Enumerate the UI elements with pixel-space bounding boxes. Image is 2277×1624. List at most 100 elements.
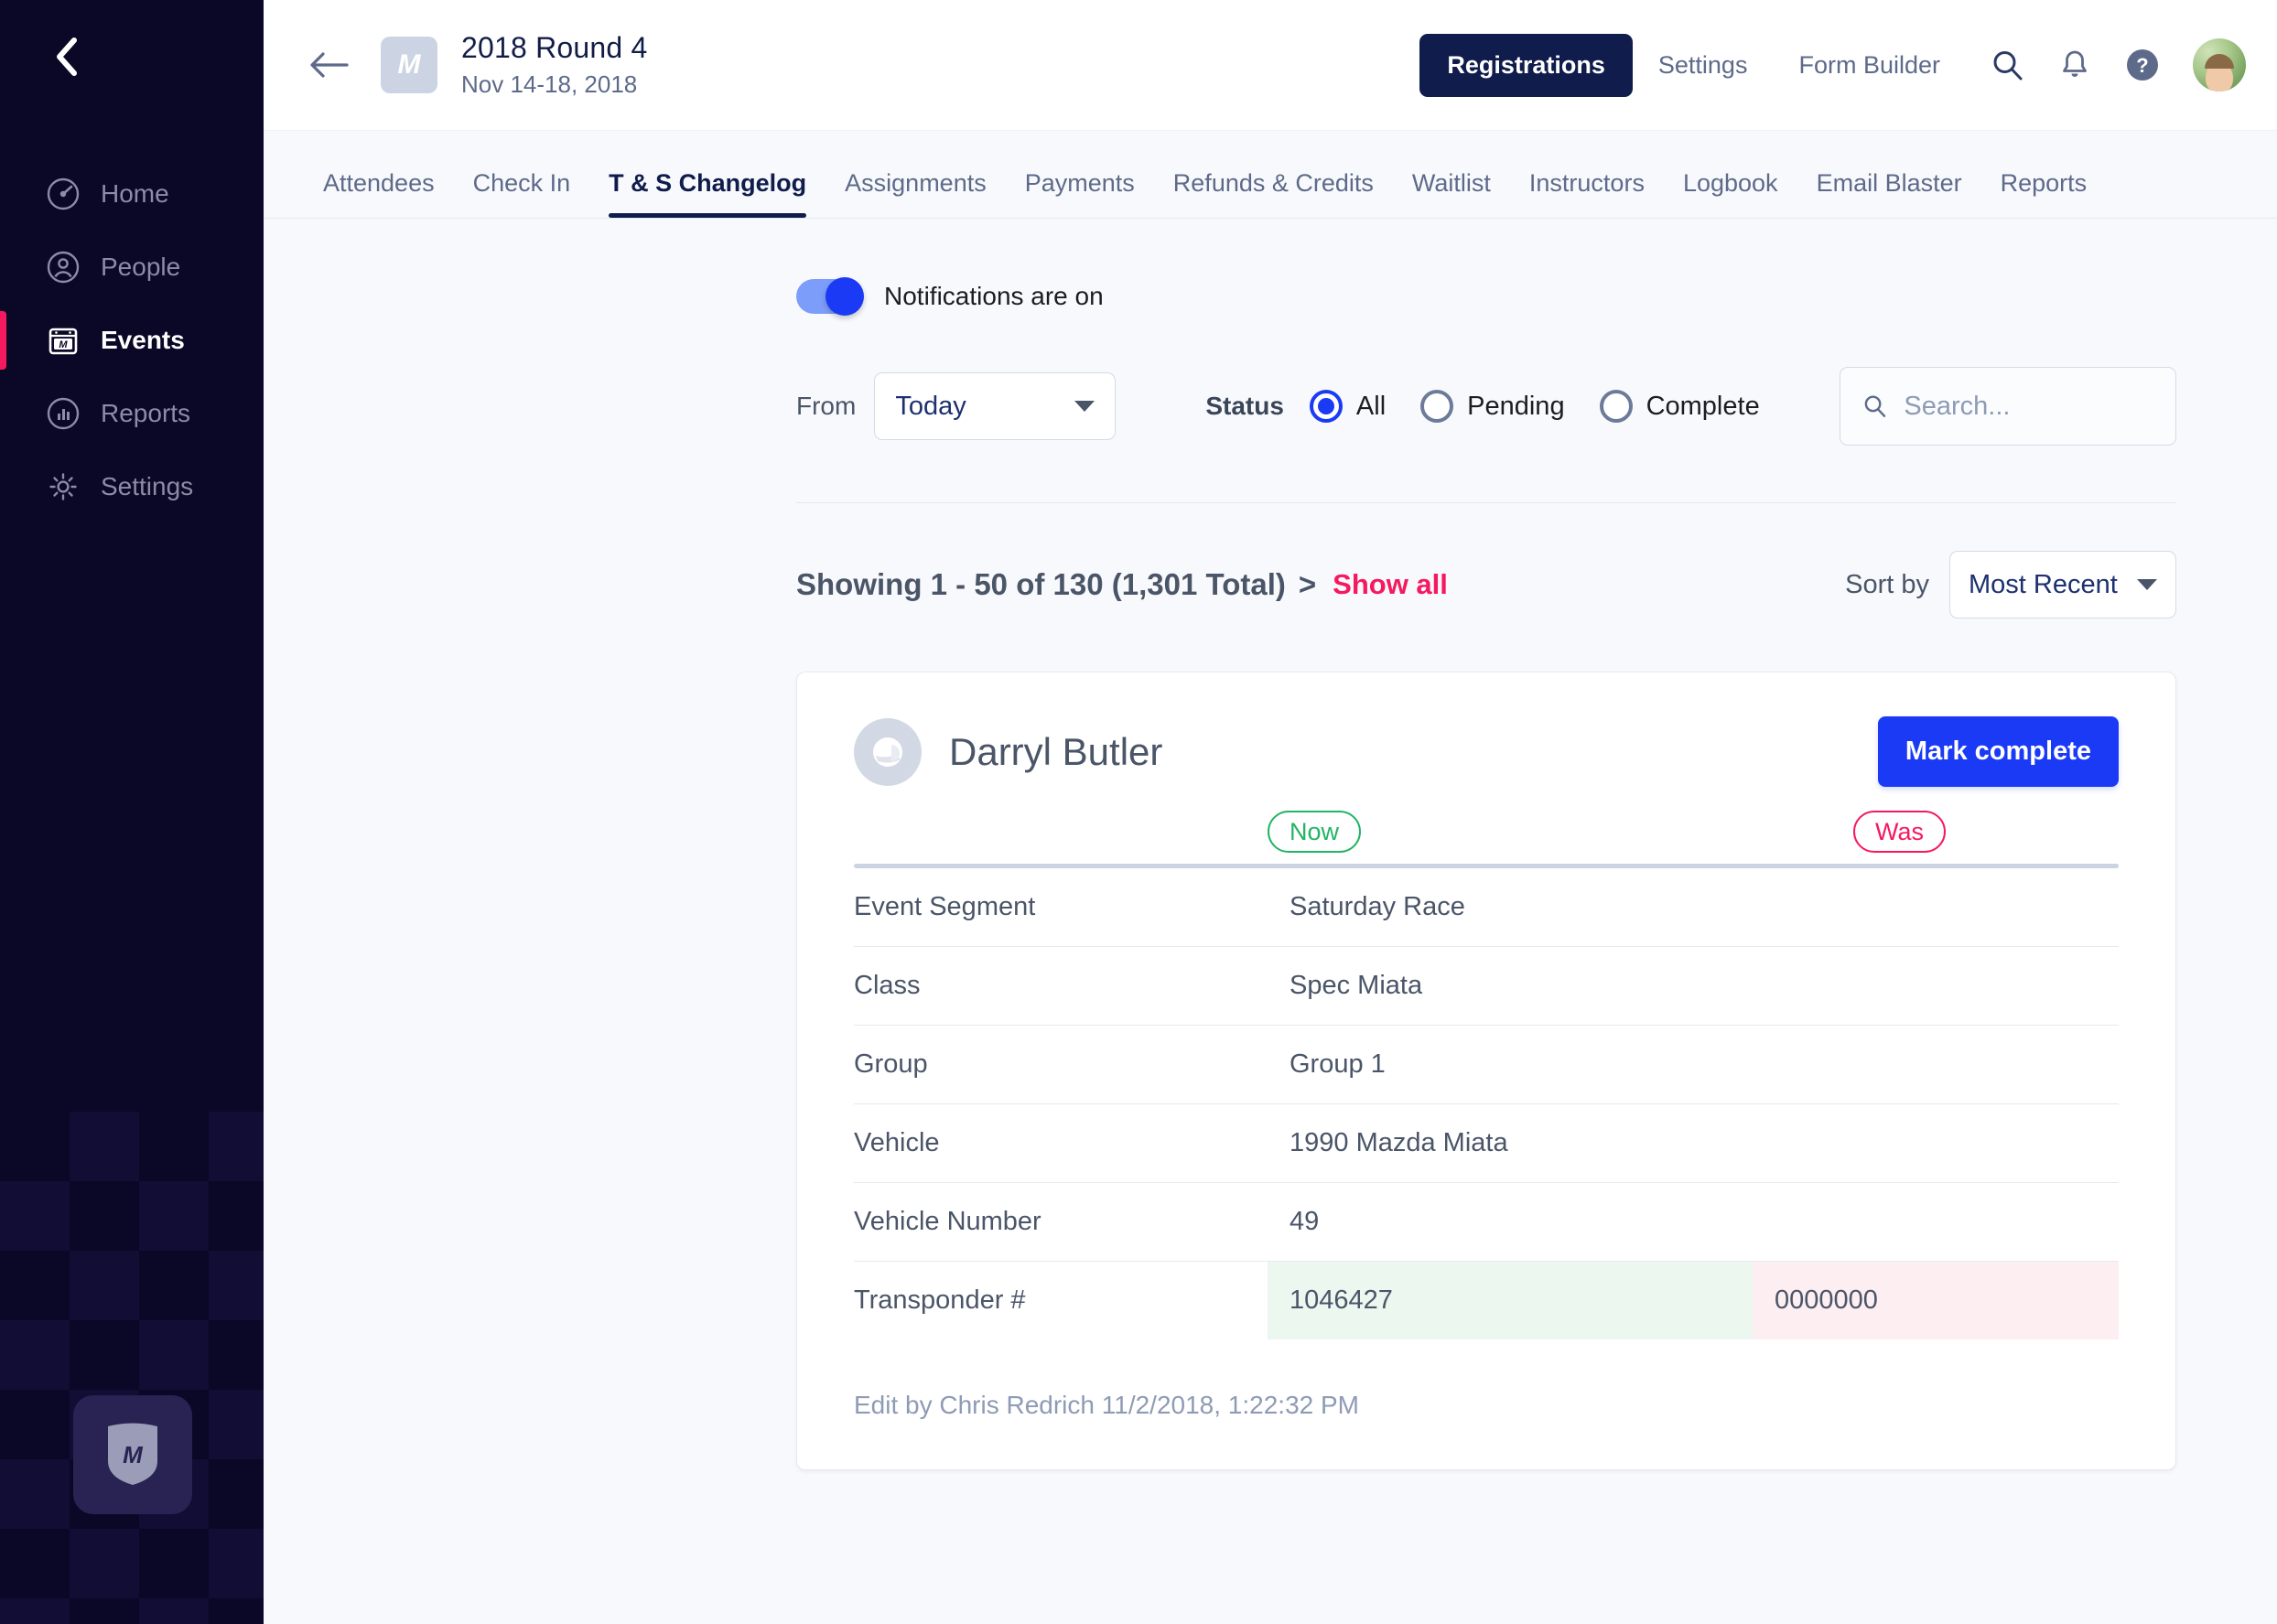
table-row: Vehicle Number 49 xyxy=(854,1183,2119,1262)
table-row: Group Group 1 xyxy=(854,1026,2119,1104)
search-icon xyxy=(1990,48,2024,82)
mark-complete-button[interactable]: Mark complete xyxy=(1878,716,2119,787)
card-header: Darryl Butler Mark complete xyxy=(854,716,2119,787)
avatar xyxy=(854,718,922,786)
content-area: Notifications are on From Today Status A… xyxy=(264,279,2277,1470)
tab-reports[interactable]: Reports xyxy=(1981,169,2107,218)
row-was-value xyxy=(1753,1026,2119,1103)
sidebar-item-settings[interactable]: Settings xyxy=(0,450,264,523)
back-button[interactable] xyxy=(304,40,353,90)
sidebar-item-events[interactable]: M Events xyxy=(0,304,264,377)
notifications-toggle[interactable] xyxy=(796,279,862,314)
sidebar-item-people[interactable]: People xyxy=(0,231,264,304)
search-icon-button[interactable] xyxy=(1980,38,2034,91)
status-radio-label: All xyxy=(1356,392,1386,422)
row-was-value xyxy=(1753,868,2119,946)
filter-divider xyxy=(796,502,2176,503)
top-nav-settings[interactable]: Settings xyxy=(1633,51,1774,80)
row-label: Vehicle Number xyxy=(854,1183,1268,1261)
sidebar-collapse-button[interactable] xyxy=(44,35,88,79)
svg-text:M: M xyxy=(59,339,68,350)
tab-attendees[interactable]: Attendees xyxy=(304,169,454,218)
status-radio-label: Complete xyxy=(1646,392,1760,422)
top-nav-form-builder[interactable]: Form Builder xyxy=(1773,51,1966,80)
table-row: Class Spec Miata xyxy=(854,947,2119,1026)
sidebar-item-label: Settings xyxy=(101,472,193,501)
sort-by-value: Most Recent xyxy=(1969,570,2118,600)
row-was-value xyxy=(1753,1183,2119,1261)
notifications-button[interactable] xyxy=(2048,38,2101,91)
main-area: M 2018 Round 4 Nov 14-18, 2018 Registrat… xyxy=(264,0,2277,1624)
arrow-left-icon xyxy=(308,48,349,81)
badge-now: Now xyxy=(1268,811,1361,853)
column-badges: Now Was xyxy=(854,798,2119,864)
event-title: 2018 Round 4 xyxy=(461,31,647,65)
from-select[interactable]: Today xyxy=(874,372,1116,440)
row-now-value: Group 1 xyxy=(1268,1026,1753,1103)
sidebar-item-label: Events xyxy=(101,326,185,355)
tab-payments[interactable]: Payments xyxy=(1006,169,1154,218)
status-label: Status xyxy=(1205,392,1284,421)
sidebar-nav: Home People xyxy=(0,157,264,523)
help-circle-icon: ? xyxy=(2124,47,2161,83)
from-select-value: Today xyxy=(895,392,966,422)
row-label: Event Segment xyxy=(854,868,1268,946)
row-was-value xyxy=(1753,1104,2119,1182)
notifications-toggle-row: Notifications are on xyxy=(304,279,2277,314)
notifications-toggle-label: Notifications are on xyxy=(884,282,1104,311)
sidebar-item-reports[interactable]: Reports xyxy=(0,377,264,450)
row-label: Class xyxy=(854,947,1268,1025)
sort-by-select[interactable]: Most Recent xyxy=(1949,551,2176,618)
tab-email-blaster[interactable]: Email Blaster xyxy=(1797,169,1981,218)
search-box[interactable] xyxy=(1840,367,2176,446)
tab-refunds-credits[interactable]: Refunds & Credits xyxy=(1154,169,1393,218)
row-label: Vehicle xyxy=(854,1104,1268,1182)
search-input[interactable] xyxy=(1904,392,2153,422)
showing-count: Showing 1 - 50 of 130 (1,301 Total) xyxy=(796,567,1286,602)
racing-helmet-icon xyxy=(867,731,909,773)
motorsportreg-shield-logo[interactable]: M xyxy=(73,1395,192,1514)
top-nav-registrations[interactable]: Registrations xyxy=(1419,34,1633,97)
row-now-value: 1046427 xyxy=(1268,1262,1753,1339)
user-avatar[interactable] xyxy=(2193,38,2246,91)
tab-check-in[interactable]: Check In xyxy=(454,169,590,218)
row-was-value: 0000000 xyxy=(1753,1262,2119,1339)
row-now-value: Saturday Race xyxy=(1268,868,1753,946)
tab-logbook[interactable]: Logbook xyxy=(1664,169,1797,218)
table-row: Vehicle 1990 Mazda Miata xyxy=(854,1104,2119,1183)
tab-assignments[interactable]: Assignments xyxy=(826,169,1006,218)
from-label: From xyxy=(796,392,856,421)
tab-ts-changelog[interactable]: T & S Changelog xyxy=(589,169,826,218)
sort-by-group: Sort by Most Recent xyxy=(1845,551,2176,618)
sidebar-item-label: People xyxy=(101,253,180,282)
bar-chart-circle-icon xyxy=(46,396,81,431)
changelog-card: Darryl Butler Mark complete Now Was Even… xyxy=(796,672,2176,1470)
status-radio-complete[interactable]: Complete xyxy=(1600,390,1760,423)
status-radio-pending[interactable]: Pending xyxy=(1420,390,1564,423)
app-root: Home People xyxy=(0,0,2277,1624)
row-now-value: 49 xyxy=(1268,1183,1753,1261)
sidebar-item-home[interactable]: Home xyxy=(0,157,264,231)
shield-m-icon: M xyxy=(103,1421,163,1489)
tab-waitlist[interactable]: Waitlist xyxy=(1393,169,1510,218)
status-radio-all[interactable]: All xyxy=(1310,390,1386,423)
person-circle-icon xyxy=(46,250,81,285)
svg-text:M: M xyxy=(123,1441,144,1468)
edit-note: Edit by Chris Redrich 11/2/2018, 1:22:32… xyxy=(854,1391,2119,1420)
sort-by-label: Sort by xyxy=(1845,570,1929,600)
sidebar: Home People xyxy=(0,0,264,1624)
event-dates: Nov 14-18, 2018 xyxy=(461,70,647,99)
table-row: Event Segment Saturday Race xyxy=(854,868,2119,947)
row-label: Group xyxy=(854,1026,1268,1103)
top-nav: Registrations Settings Form Builder xyxy=(1419,34,2246,97)
radio-indicator xyxy=(1420,390,1453,423)
filter-bar: From Today Status All Pending Complete xyxy=(304,367,2277,446)
bell-icon xyxy=(2058,48,2091,82)
attendee-name: Darryl Butler xyxy=(949,730,1162,774)
search-icon xyxy=(1862,392,1887,421)
show-all-link[interactable]: Show all xyxy=(1333,568,1448,601)
row-label: Transponder # xyxy=(854,1262,1268,1339)
help-button[interactable]: ? xyxy=(2116,38,2169,91)
row-now-value: Spec Miata xyxy=(1268,947,1753,1025)
tab-instructors[interactable]: Instructors xyxy=(1510,169,1664,218)
